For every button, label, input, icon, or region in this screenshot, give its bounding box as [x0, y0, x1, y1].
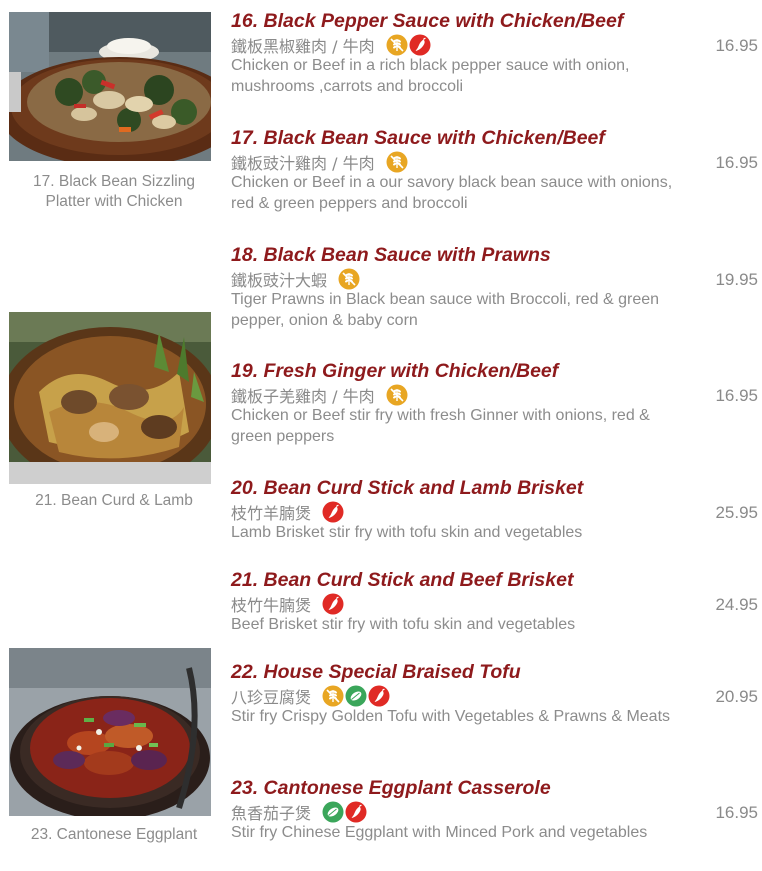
dish-title: 20. Bean Curd Stick and Lamb Brisket [231, 477, 584, 499]
vegetarian-icon [345, 685, 367, 707]
photo-caption: 17. Black Bean Sizzling Platter with Chi… [33, 173, 195, 210]
dish-chinese-name: 枝竹羊腩煲 [231, 504, 312, 523]
dish-price: 16.95 [715, 153, 758, 172]
dish-price: 20.95 [715, 687, 758, 706]
dish-title: 17. Black Bean Sauce with Chicken/Beef [231, 127, 605, 149]
gluten-free-icon [386, 34, 408, 56]
menu-item: 23. Cantonese Eggplant Casserole 魚香茄子煲 S… [231, 777, 762, 844]
gluten-free-icon [322, 685, 344, 707]
diet-icons [322, 501, 345, 523]
dish-price: 16.95 [715, 803, 758, 822]
dish-chinese-name: 鐵板豉汁雞肉 / 牛肉 [231, 154, 375, 173]
diet-icons [322, 801, 368, 823]
dish-description: Beef Brisket stir fry with tofu skin and… [231, 616, 576, 633]
menu-item: 21. Bean Curd Stick and Beef Brisket 枝竹牛… [231, 569, 762, 636]
dish-title: 23. Cantonese Eggplant Casserole [231, 777, 551, 799]
gluten-free-icon [338, 268, 360, 290]
menu-item: 16. Black Pepper Sauce with Chicken/Beef… [231, 10, 762, 97]
diet-icons [386, 384, 409, 406]
dish-photo-cantonese-eggplant [9, 648, 211, 816]
dish-description: Chicken or Beef in a rich black pepper s… [231, 57, 630, 95]
gluten-free-icon [386, 151, 408, 173]
dish-title: 16. Black Pepper Sauce with Chicken/Beef [231, 10, 624, 32]
photo-caption: 23. Cantonese Eggplant [30, 826, 198, 843]
photo-caption: 21. Bean Curd & Lamb [35, 492, 193, 509]
dish-chinese-name: 鐵板子羌雞肉 / 牛肉 [231, 387, 375, 406]
dish-price: 24.95 [715, 595, 758, 614]
dish-chinese-name: 八珍豆腐煲 [231, 688, 312, 707]
dish-title: 19. Fresh Ginger with Chicken/Beef [231, 360, 559, 382]
spicy-icon [322, 501, 344, 523]
dish-description: Stir fry Crispy Golden Tofu with Vegetab… [231, 708, 671, 725]
dish-title: 18. Black Bean Sauce with Prawns [231, 244, 551, 266]
dish-title: 22. House Special Braised Tofu [231, 661, 521, 683]
diet-icons [386, 34, 432, 56]
menu-item: 22. House Special Braised Tofu 八珍豆腐煲 Sti… [231, 661, 762, 728]
diet-icons [338, 268, 361, 290]
dish-price: 25.95 [715, 503, 758, 522]
dish-chinese-name: 枝竹牛腩煲 [231, 596, 312, 615]
dish-price: 19.95 [715, 270, 758, 289]
menu-item: 19. Fresh Ginger with Chicken/Beef 鐵板子羌雞… [231, 360, 762, 447]
dish-chinese-name: 魚香茄子煲 [231, 804, 312, 823]
dish-description: Tiger Prawns in Black bean sauce with Br… [231, 291, 660, 329]
menu-item: 20. Bean Curd Stick and Lamb Brisket 枝竹羊… [231, 477, 762, 544]
dish-chinese-name: 鐵板黑椒雞肉 / 牛肉 [231, 37, 375, 56]
dish-photo-sizzling-platter [9, 12, 211, 161]
spicy-icon [345, 801, 367, 823]
spicy-icon [368, 685, 390, 707]
menu-item: 18. Black Bean Sauce with Prawns 鐵板豉汁大蝦 … [231, 244, 762, 331]
dish-title: 21. Bean Curd Stick and Beef Brisket [231, 569, 574, 591]
dish-description: Lamb Brisket stir fry with tofu skin and… [231, 524, 583, 541]
spicy-icon [322, 593, 344, 615]
dish-price: 16.95 [715, 386, 758, 405]
dish-description: Chicken or Beef stir fry with fresh Ginn… [231, 407, 650, 445]
diet-icons [386, 151, 409, 173]
dish-description: Chicken or Beef in a our savory black be… [231, 174, 673, 212]
dish-photo-bean-curd-lamb [9, 312, 211, 484]
diet-icons [322, 593, 345, 615]
gluten-free-icon [386, 384, 408, 406]
dish-chinese-name: 鐵板豉汁大蝦 [231, 271, 328, 290]
diet-icons [322, 685, 391, 707]
menu-item: 17. Black Bean Sauce with Chicken/Beef 鐵… [231, 127, 762, 214]
spicy-icon [409, 34, 431, 56]
vegetarian-icon [322, 801, 344, 823]
dish-price: 16.95 [715, 36, 758, 55]
dish-description: Stir fry Chinese Eggplant with Minced Po… [231, 824, 648, 841]
